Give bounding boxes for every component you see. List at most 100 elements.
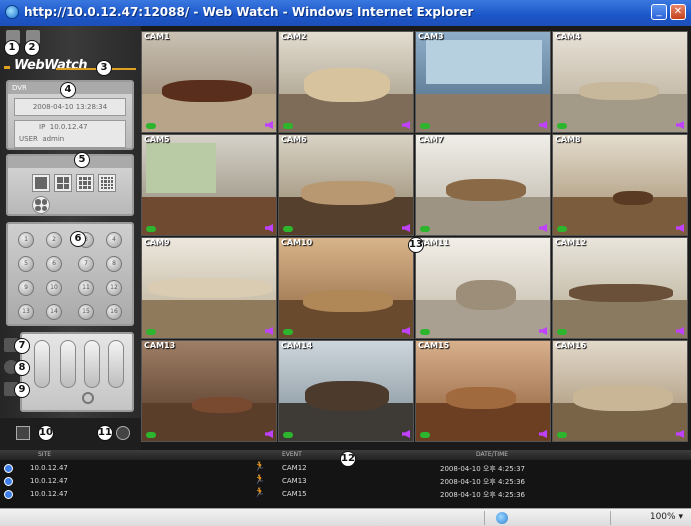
record-indicator-icon: [420, 123, 430, 129]
ptz-zoom-slider[interactable]: [34, 340, 50, 388]
ptz-control-box: [20, 332, 134, 412]
record-indicator-icon: [420, 226, 430, 232]
event-log: SITE EVENT DATE/TIME 12 10.0.12.47 🏃 CAM…: [0, 450, 691, 508]
record-indicator-icon: [557, 123, 567, 129]
camera-label: CAM9: [144, 238, 170, 247]
window-titlebar: http://10.0.12.47:12088/ - Web Watch - W…: [0, 0, 691, 26]
channel-4-button[interactable]: 4: [106, 232, 122, 248]
layout-box: [6, 154, 134, 216]
event-datetime: 2008-04-10 오후 4:25:36: [440, 491, 525, 499]
capture-icon[interactable]: [16, 426, 30, 440]
ptz-speed-slider[interactable]: [108, 340, 124, 388]
camera-tile-5[interactable]: CAM5: [141, 134, 277, 236]
camera-tile-4[interactable]: CAM4: [552, 31, 688, 133]
minimize-button[interactable]: _: [651, 4, 667, 20]
channel-13-button[interactable]: 13: [18, 304, 34, 320]
callout-10: 10: [38, 425, 54, 441]
callout-4: 4: [60, 82, 76, 98]
layout-9-button[interactable]: [76, 174, 94, 192]
event-row[interactable]: 10.0.12.47 🏃 CAM13 2008-04-10 오후 4:25:36: [0, 475, 691, 487]
camera-tile-2[interactable]: CAM2: [278, 31, 414, 133]
motion-icon: 🏃: [254, 475, 266, 485]
layout-16-button[interactable]: [98, 174, 116, 192]
camera-tile-8[interactable]: CAM8: [552, 134, 688, 236]
bottom-left-toolbar: 10 11: [0, 418, 141, 450]
camera-tile-3[interactable]: CAM3: [415, 31, 551, 133]
channel-6-button[interactable]: 6: [46, 256, 62, 272]
record-indicator-icon: [557, 432, 567, 438]
ip-label: IP: [39, 123, 46, 131]
channel-5-button[interactable]: 5: [18, 256, 34, 272]
event-datetime: 2008-04-10 오후 4:25:36: [440, 478, 525, 486]
info-icon: [4, 477, 13, 486]
record-indicator-icon: [557, 226, 567, 232]
camera-tile-1[interactable]: CAM1: [141, 31, 277, 133]
browser-statusbar: 100% ▾: [0, 508, 691, 526]
zoom-level: 100%: [649, 512, 676, 522]
camera-grid: CAM1 CAM2 CAM3 CAM4 CAM5 CAM6 CAM7 CAM8 …: [141, 31, 691, 447]
callout-12: 12: [340, 451, 356, 467]
record-indicator-icon: [283, 123, 293, 129]
camera-tile-7[interactable]: CAM7: [415, 134, 551, 236]
channel-2-button[interactable]: 2: [46, 232, 62, 248]
channel-14-button[interactable]: 14: [46, 304, 62, 320]
motion-icon: 🏃: [254, 488, 266, 498]
event-row[interactable]: 10.0.12.47 🏃 CAM15 2008-04-10 오후 4:25:36: [0, 488, 691, 500]
channel-16-button[interactable]: 16: [106, 304, 122, 320]
camera-label: CAM5: [144, 135, 170, 144]
callout-3: 3: [96, 60, 112, 76]
info-icon: [4, 490, 13, 499]
camera-tile-6[interactable]: CAM6: [278, 134, 414, 236]
channel-11-button[interactable]: 11: [78, 280, 94, 296]
layout-header: [8, 156, 132, 168]
camera-tile-12[interactable]: CAM12: [552, 237, 688, 339]
col-datetime: DATE/TIME: [476, 451, 509, 458]
camera-label: CAM4: [555, 32, 581, 41]
camera-tile-15[interactable]: CAM15: [415, 340, 551, 442]
webwatch-app: 1 2 WebWatch 3 DVR 2008-04-10 13:28:34 I…: [0, 26, 691, 508]
sequence-button[interactable]: [32, 196, 50, 214]
camera-tile-16[interactable]: CAM16: [552, 340, 688, 442]
channel-8-button[interactable]: 8: [106, 256, 122, 272]
channel-7-button[interactable]: 7: [78, 256, 94, 272]
camera-tile-13[interactable]: CAM13: [141, 340, 277, 442]
callout-7: 7: [14, 338, 30, 354]
camera-tile-11[interactable]: CAM11: [415, 237, 551, 339]
fullscreen-icon[interactable]: [116, 426, 130, 440]
record-indicator-icon: [146, 123, 156, 129]
window-title: http://10.0.12.47:12088/ - Web Watch - W…: [24, 5, 474, 19]
app-logo: WebWatch: [14, 58, 88, 73]
zoom-control[interactable]: 100% ▾: [650, 512, 683, 522]
statusbar-separator: [484, 511, 485, 525]
channel-1-button[interactable]: 1: [18, 232, 34, 248]
channel-10-button[interactable]: 10: [46, 280, 62, 296]
layout-1-button[interactable]: [32, 174, 50, 192]
channel-12-button[interactable]: 12: [106, 280, 122, 296]
col-site: SITE: [38, 451, 52, 458]
channel-15-button[interactable]: 15: [78, 304, 94, 320]
camera-label: CAM14: [281, 341, 313, 350]
channel-9-button[interactable]: 9: [18, 280, 34, 296]
event-name: CAM13: [282, 477, 307, 485]
ptz-focus-slider[interactable]: [60, 340, 76, 388]
camera-label: CAM15: [418, 341, 450, 350]
camera-label: CAM13: [144, 341, 176, 350]
callout-1: 1: [4, 40, 20, 56]
record-indicator-icon: [420, 432, 430, 438]
left-control-panel: 1 2 WebWatch 3 DVR 2008-04-10 13:28:34 I…: [0, 26, 141, 450]
event-name: CAM12: [282, 464, 307, 472]
record-indicator-icon: [283, 329, 293, 335]
camera-tile-14[interactable]: CAM14: [278, 340, 414, 442]
callout-2: 2: [24, 40, 40, 56]
ptz-iris-slider[interactable]: [84, 340, 100, 388]
logo-accent: [4, 66, 10, 69]
ptz-rotate-icon[interactable]: [82, 392, 94, 404]
camera-label: CAM6: [281, 135, 307, 144]
user-value: admin: [42, 135, 65, 143]
camera-tile-9[interactable]: CAM9: [141, 237, 277, 339]
record-indicator-icon: [146, 432, 156, 438]
close-button[interactable]: ✕: [670, 4, 686, 20]
camera-label: CAM7: [418, 135, 444, 144]
layout-4-button[interactable]: [54, 174, 72, 192]
camera-tile-10[interactable]: CAM10: [278, 237, 414, 339]
